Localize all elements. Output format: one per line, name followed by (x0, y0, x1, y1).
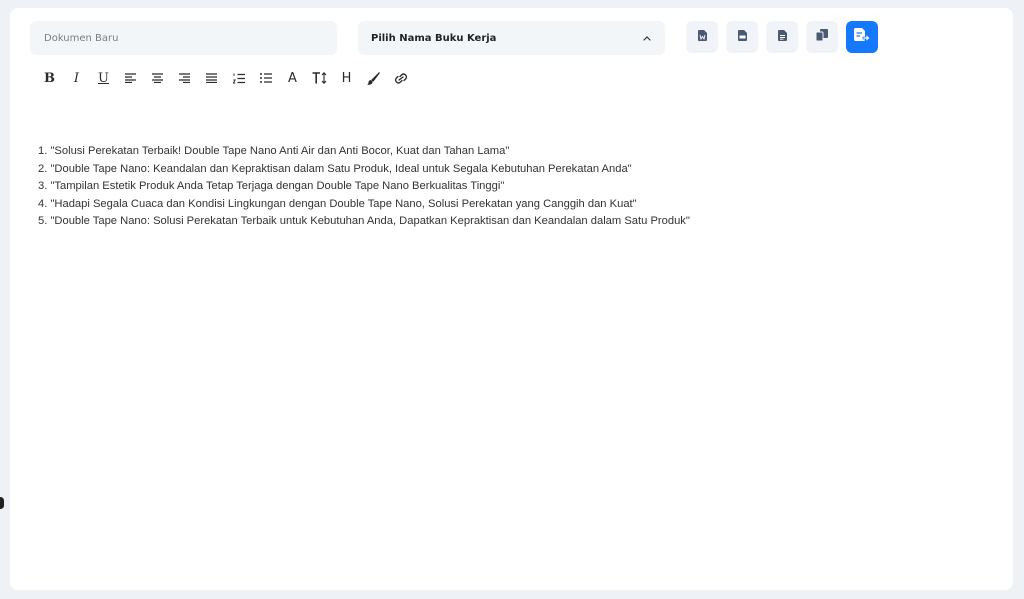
ordered-list-button[interactable] (225, 68, 252, 88)
font-size-icon (312, 72, 326, 84)
brush-icon (367, 71, 380, 85)
list-item: 3. "Tampilan Estetik Produk Anda Tetap T… (38, 180, 505, 193)
text-file-icon (777, 28, 787, 46)
editor-card: Pilih Nama Buku Kerja B I (10, 8, 1013, 590)
pdf-file-icon (737, 28, 747, 46)
align-left-button[interactable] (117, 68, 144, 88)
copy-icon (815, 28, 828, 46)
word-file-icon (697, 28, 707, 46)
bullet-list-icon (259, 73, 272, 83)
chevron-up-icon (642, 33, 652, 43)
heading-button[interactable]: H (333, 68, 360, 88)
font-color-icon: A (288, 70, 297, 86)
document-name-input[interactable] (30, 21, 337, 55)
ordered-list-icon (232, 73, 245, 83)
bold-icon: B (44, 70, 55, 86)
workbook-select[interactable]: Pilih Nama Buku Kerja (358, 21, 665, 55)
export-word-button[interactable] (686, 21, 718, 53)
save-button[interactable] (846, 21, 878, 53)
italic-button[interactable]: I (63, 68, 90, 88)
font-color-button[interactable]: A (279, 68, 306, 88)
align-justify-button[interactable] (198, 68, 225, 88)
export-text-button[interactable] (766, 21, 798, 53)
font-size-button[interactable] (306, 68, 333, 88)
align-right-icon (179, 73, 190, 83)
align-center-icon (152, 73, 163, 83)
copy-button[interactable] (806, 21, 838, 53)
list-item: 1. "Solusi Perekatan Terbaik! Double Tap… (38, 145, 510, 157)
link-icon (394, 72, 407, 84)
underline-icon: U (98, 70, 109, 86)
heading-icon: H (341, 70, 352, 86)
export-pdf-button[interactable] (726, 21, 758, 53)
list-item: 2. "Double Tape Nano: Keandalan dan Kepr… (38, 162, 632, 175)
save-export-icon (854, 28, 871, 46)
bullet-list-button[interactable] (252, 68, 279, 88)
link-button[interactable] (387, 68, 414, 88)
editor-content[interactable]: 1. "Solusi Perekatan Terbaik! Double Tap… (38, 143, 690, 231)
list-item: 5. "Double Tape Nano: Solusi Perekatan T… (38, 215, 690, 228)
workbook-select-label: Pilih Nama Buku Kerja (371, 32, 497, 44)
italic-icon: I (73, 70, 80, 86)
align-justify-icon (206, 73, 217, 83)
highlight-button[interactable] (360, 68, 387, 88)
formatting-toolbar: B I U A H (36, 68, 414, 88)
align-center-button[interactable] (144, 68, 171, 88)
list-item: 4. "Hadapi Segala Cuaca dan Kondisi Ling… (38, 197, 637, 210)
align-right-button[interactable] (171, 68, 198, 88)
bold-button[interactable]: B (36, 68, 63, 88)
align-left-icon (125, 73, 136, 83)
underline-button[interactable]: U (90, 68, 117, 88)
scroll-handle[interactable] (0, 497, 4, 509)
